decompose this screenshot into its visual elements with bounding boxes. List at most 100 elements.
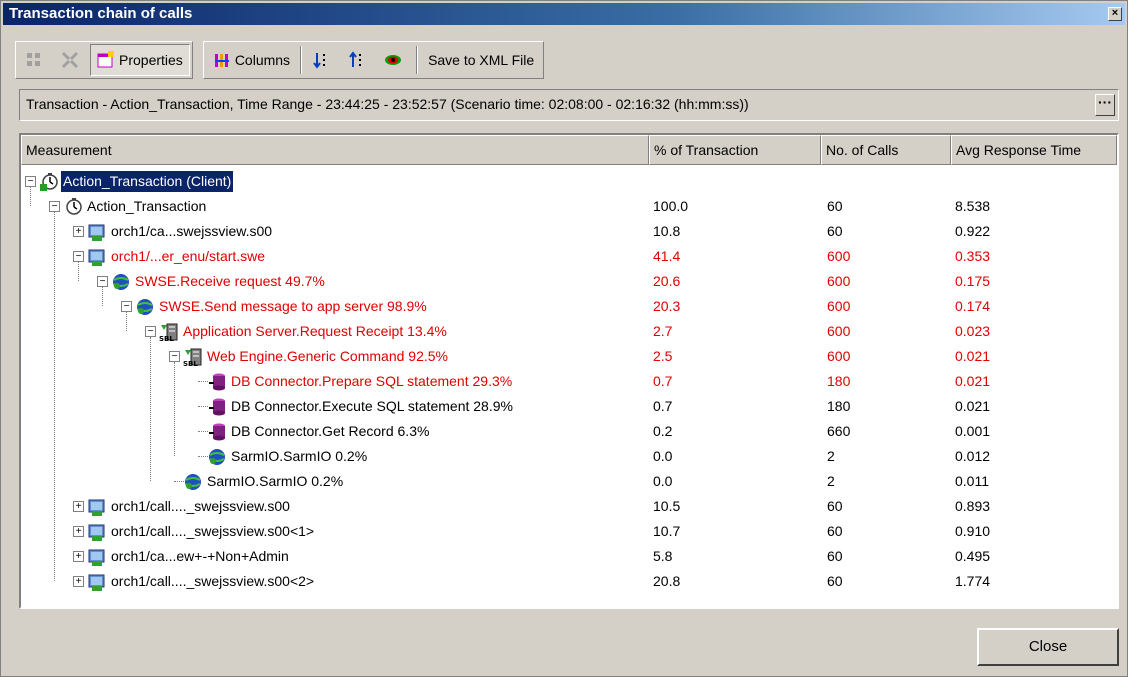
save-xml-button[interactable]: Save to XML File <box>421 44 541 76</box>
measurement-label: orch1/ca...ew+-+Non+Admin <box>111 548 289 564</box>
avg-response-cell: 0.495 <box>955 548 991 564</box>
database-icon <box>207 397 227 417</box>
measurement-label: DB Connector.Get Record 6.3% <box>231 423 430 439</box>
table-row[interactable]: − Action_Transaction 100.0 60 8.538 <box>21 194 1117 219</box>
table-row[interactable]: + orch1/ca...ew+-+Non+Admin 5.8 60 0.495 <box>21 544 1117 569</box>
sort-ascending-button[interactable] <box>341 44 377 76</box>
expand-icon[interactable]: + <box>73 551 84 562</box>
expand-all-icon <box>27 53 40 66</box>
percent-cell: 0.7 <box>653 373 673 389</box>
sbl-server-icon: SBL <box>183 347 203 368</box>
table-row[interactable]: − SBL Web Engine.Generic Command 92.5% 2.5 6… <box>21 344 1117 369</box>
toolbar-group-view: Properties <box>15 41 193 79</box>
calls-cell: 600 <box>827 273 851 289</box>
percent-cell: 41.4 <box>653 248 681 264</box>
properties-label: Properties <box>119 52 183 68</box>
avg-response-cell: 0.011 <box>955 473 989 489</box>
percent-cell: 20.8 <box>653 573 681 589</box>
svg-text:SBL: SBL <box>159 335 174 342</box>
web-page-icon <box>87 522 107 542</box>
sort-down-icon <box>313 53 326 69</box>
table-row[interactable]: + orch1/call...._swejssview.s00<2> 20.8 60 1… <box>21 569 1117 594</box>
window-title: Transaction chain of calls <box>9 5 193 22</box>
avg-response-cell: 0.023 <box>955 323 991 339</box>
calls-cell: 660 <box>827 423 851 439</box>
column-header-percent[interactable]: % of Transaction <box>649 135 821 165</box>
columns-button[interactable]: Columns <box>206 44 297 76</box>
percent-cell: 10.7 <box>653 523 681 539</box>
table-row[interactable]: − SWSE.Send message to app server 98.9% 20… <box>21 294 1117 319</box>
more-button[interactable]: ··· <box>1095 94 1115 116</box>
calls-cell: 600 <box>827 323 851 339</box>
expand-icon[interactable]: + <box>73 226 84 237</box>
highlight-button[interactable] <box>377 44 413 76</box>
calls-cell: 60 <box>827 223 843 239</box>
web-page-icon <box>87 547 107 567</box>
percent-cell: 2.5 <box>653 348 673 364</box>
table-row[interactable]: DB Connector.Prepare SQL statement 29.3%… <box>21 369 1117 394</box>
table-row[interactable]: SarmIO.SarmIO 0.2% 0.0 2 0.012 <box>21 444 1117 469</box>
database-icon <box>207 372 227 392</box>
calls-cell: 60 <box>827 548 843 564</box>
stopwatch-icon <box>63 197 83 217</box>
properties-button[interactable]: Properties <box>90 44 190 76</box>
percent-cell: 0.0 <box>653 448 673 464</box>
measurement-grid: Measurement % of Transaction No. of Call… <box>19 133 1119 609</box>
collapse-icon[interactable]: − <box>145 326 156 337</box>
toolbar-separator <box>416 46 419 74</box>
collapse-all-button[interactable] <box>54 44 90 76</box>
expand-icon[interactable]: + <box>73 526 84 537</box>
expand-icon[interactable]: + <box>73 501 84 512</box>
table-row[interactable]: + orch1/ca...swejssview.s00 10.8 60 0.922 <box>21 219 1117 244</box>
measurement-label: orch1/call...._swejssview.s00<1> <box>111 523 315 539</box>
tree-guide-line <box>30 187 31 206</box>
percent-cell: 10.8 <box>653 223 681 239</box>
avg-response-cell: 0.175 <box>955 273 991 289</box>
column-header-calls[interactable]: No. of Calls <box>821 135 951 165</box>
table-row[interactable]: + orch1/call...._swejssview.s00 10.5 60 0.89… <box>21 494 1117 519</box>
percent-cell: 0.0 <box>653 473 673 489</box>
collapse-icon[interactable]: − <box>121 301 132 312</box>
collapse-icon[interactable]: − <box>73 251 84 262</box>
column-header-avg-response[interactable]: Avg Response Time <box>951 135 1117 165</box>
calls-cell: 600 <box>827 348 851 364</box>
globe-icon <box>135 297 155 317</box>
toolbar: Properties Columns Save to XML File <box>15 41 554 79</box>
table-row[interactable]: − SBL Application Server.Request Receipt 1… <box>21 319 1117 344</box>
table-row[interactable]: − SWSE.Receive request 49.7% 20.6 600 0.175 <box>21 269 1117 294</box>
table-row[interactable]: − Action_Transaction (Client) <box>21 169 1117 194</box>
calls-cell: 60 <box>827 498 843 514</box>
percent-cell: 0.2 <box>653 423 673 439</box>
avg-response-cell: 0.910 <box>955 523 991 539</box>
close-icon[interactable]: × <box>1108 7 1122 21</box>
web-page-icon <box>87 572 107 592</box>
tree-guide-line <box>126 312 127 331</box>
calls-cell: 60 <box>827 198 843 214</box>
web-page-icon <box>87 497 107 517</box>
expand-icon[interactable]: + <box>73 576 84 587</box>
toolbar-group-actions: Columns Save to XML File <box>202 41 545 79</box>
globe-icon <box>183 472 203 492</box>
table-row[interactable]: SarmIO.SarmIO 0.2% 0.0 2 0.011 <box>21 469 1117 494</box>
collapse-icon[interactable]: − <box>25 176 36 187</box>
calls-cell: 60 <box>827 573 843 589</box>
collapse-icon[interactable]: − <box>49 201 60 212</box>
tree-guide-line <box>54 212 55 581</box>
table-row[interactable]: − orch1/...er_enu/start.swe 41.4 600 0.353 <box>21 244 1117 269</box>
percent-cell: 0.7 <box>653 398 673 414</box>
table-row[interactable]: DB Connector.Get Record 6.3% 0.2 660 0.001 <box>21 419 1117 444</box>
avg-response-cell: 0.021 <box>955 398 991 414</box>
avg-response-cell: 0.174 <box>955 298 991 314</box>
measurement-label: orch1/call...._swejssview.s00 <box>111 498 290 514</box>
columns-label: Columns <box>234 52 291 68</box>
sort-descending-button[interactable] <box>305 44 341 76</box>
expand-all-button[interactable] <box>18 44 54 76</box>
collapse-icon[interactable]: − <box>97 276 108 287</box>
column-header-measurement[interactable]: Measurement <box>21 135 649 165</box>
table-row[interactable]: DB Connector.Execute SQL statement 28.9%… <box>21 394 1117 419</box>
collapse-icon[interactable]: − <box>169 351 180 362</box>
transaction-info-text: Transaction - Action_Transaction, Time R… <box>26 96 749 112</box>
table-row[interactable]: + orch1/call...._swejssview.s00<1> 10.7 60 0… <box>21 519 1117 544</box>
close-button[interactable]: Close <box>977 628 1119 666</box>
measurement-label: SWSE.Send message to app server 98.9% <box>159 298 427 314</box>
